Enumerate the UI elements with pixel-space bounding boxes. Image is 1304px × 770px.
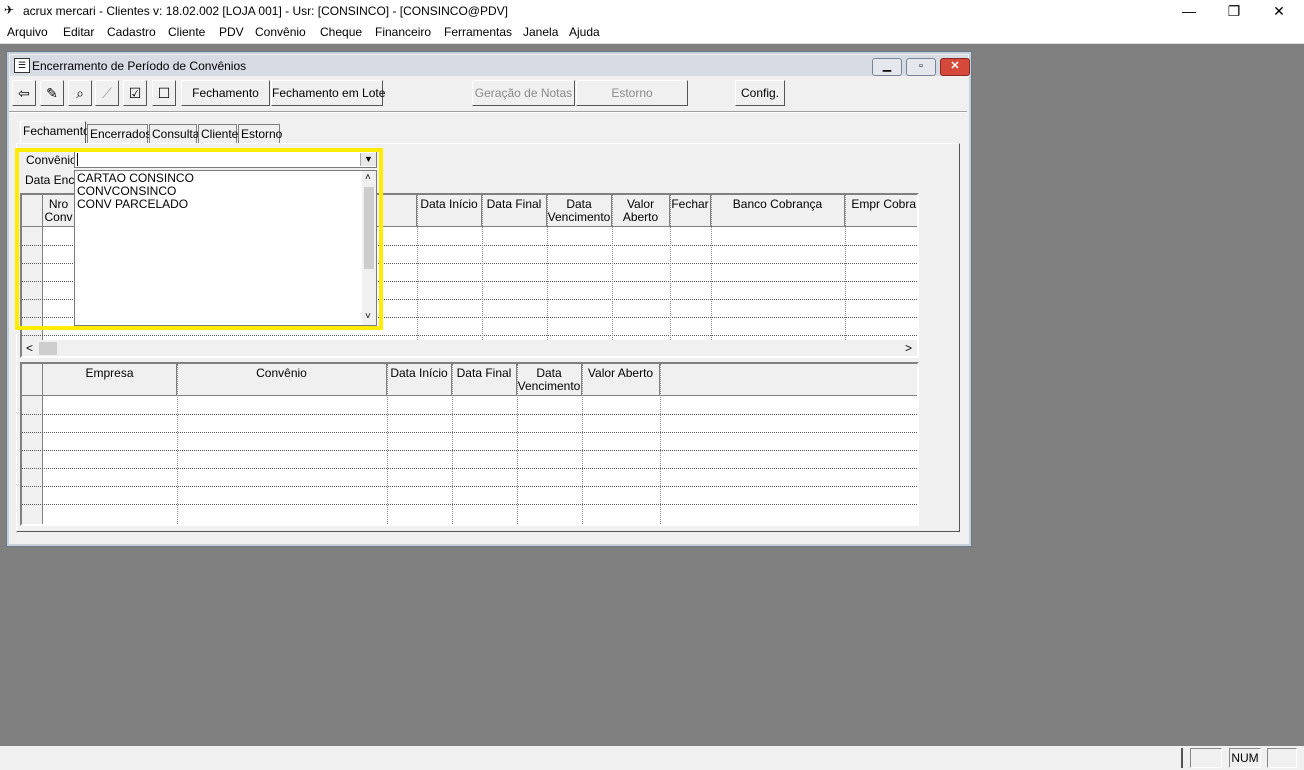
- column-divider: [845, 195, 846, 340]
- num-indicator: NUM: [1229, 748, 1261, 768]
- check-list-icon[interactable]: ☑: [123, 80, 147, 106]
- column-divider: [482, 195, 483, 340]
- menu-pdv[interactable]: PDV: [219, 25, 244, 39]
- header-convenio: Convênio: [177, 364, 387, 396]
- status-bar: NUM: [0, 746, 1304, 770]
- menu-ferramentas[interactable]: Ferramentas: [444, 25, 512, 39]
- child-title-bar: ☰ Encerramento de Período de Convênios ▁…: [10, 55, 970, 76]
- scroll-thumb[interactable]: [39, 342, 57, 355]
- estorno-button[interactable]: Estorno: [576, 80, 688, 106]
- menu-arquivo[interactable]: Arquivo: [7, 25, 48, 39]
- uncheck-list-icon[interactable]: ☐: [152, 80, 176, 106]
- column-divider: [660, 364, 661, 524]
- table-row[interactable]: [22, 504, 917, 505]
- header-banco-cobranca: Banco Cobrança: [711, 195, 845, 227]
- exit-icon[interactable]: ⇦: [12, 80, 36, 106]
- binoculars-icon[interactable]: ⌕: [68, 80, 92, 106]
- menu-editar[interactable]: Editar: [63, 25, 94, 39]
- column-divider: [711, 195, 712, 340]
- restore-button[interactable]: ❐: [1211, 0, 1257, 22]
- menu-cheque[interactable]: Cheque: [320, 25, 362, 39]
- column-divider: [547, 195, 548, 340]
- menu-cadastro[interactable]: Cadastro: [107, 25, 156, 39]
- menu-financeiro[interactable]: Financeiro: [375, 25, 431, 39]
- column-divider: [670, 195, 671, 340]
- config-button[interactable]: Config.: [735, 80, 785, 106]
- highlight-box: [15, 148, 383, 330]
- column-divider: [517, 364, 518, 524]
- column-divider: [387, 364, 388, 524]
- column-divider: [612, 195, 613, 340]
- header-blank: [660, 364, 917, 396]
- table-row[interactable]: [22, 468, 917, 469]
- menu-janela[interactable]: Janela: [523, 25, 558, 39]
- close-button[interactable]: ✕: [1256, 0, 1302, 22]
- menu-bar: Arquivo Editar Cadastro Cliente PDV Conv…: [0, 22, 1304, 44]
- app-title-bar: ✈ acrux mercari - Clientes v: 18.02.002 …: [0, 0, 1304, 22]
- header-data-vencimento: Data Vencimento: [517, 364, 582, 396]
- column-divider: [582, 364, 583, 524]
- scroll-right-icon[interactable]: >: [905, 341, 912, 355]
- empresas-grid[interactable]: Empresa Convênio Data Início Data Final …: [20, 362, 919, 526]
- header-data-final: Data Final: [482, 195, 547, 227]
- table-row[interactable]: [22, 335, 917, 336]
- form-icon: ☰: [14, 58, 30, 73]
- header-data-inicio: Data Início: [387, 364, 452, 396]
- geracao-notas-button[interactable]: Geração de Notas: [472, 80, 575, 106]
- app-title: acrux mercari - Clientes v: 18.02.002 [L…: [23, 4, 508, 18]
- horizontal-scrollbar[interactable]: < >: [22, 340, 917, 356]
- minimize-button[interactable]: —: [1166, 0, 1212, 22]
- column-divider: [417, 195, 418, 340]
- child-restore-button[interactable]: ▫: [906, 58, 936, 76]
- table-row[interactable]: [22, 486, 917, 487]
- table-row[interactable]: [22, 432, 917, 433]
- status-divider: [1181, 748, 1183, 768]
- disabled-tool-icon[interactable]: ⟋: [95, 80, 119, 106]
- tab-consulta[interactable]: Consulta: [149, 124, 199, 143]
- status-panel: [1267, 748, 1297, 768]
- tab-cliente[interactable]: Cliente: [198, 124, 238, 143]
- tab-estorno[interactable]: Estorno: [238, 124, 282, 143]
- child-minimize-button[interactable]: ▁: [872, 58, 902, 76]
- tab-fechamento[interactable]: Fechamento: [20, 121, 90, 144]
- header-data-vencimento: Data Vencimento: [547, 195, 612, 227]
- table-row[interactable]: [22, 450, 917, 451]
- app-icon: ✈: [4, 3, 15, 17]
- header-fechar: Fechar: [670, 195, 711, 227]
- toolbar-divider: [9, 111, 967, 113]
- menu-ajuda[interactable]: Ajuda: [569, 25, 600, 39]
- scroll-left-icon[interactable]: <: [26, 341, 33, 355]
- header-empresa-cobranca: Empr Cobra: [845, 195, 917, 227]
- fechamento-lote-button[interactable]: Fechamento em Lote: [271, 80, 385, 106]
- header-empresa: Empresa: [43, 364, 177, 396]
- table-row[interactable]: [22, 414, 917, 415]
- status-panel: [1190, 748, 1222, 768]
- row-indicator-column: [22, 396, 43, 524]
- menu-cliente[interactable]: Cliente: [168, 25, 205, 39]
- header-valor-aberto: Valor Aberto: [582, 364, 660, 396]
- tab-encerrados[interactable]: Encerrados: [87, 124, 151, 143]
- column-divider: [177, 364, 178, 524]
- header-data-final: Data Final: [452, 364, 517, 396]
- header-data-inicio: Data Início: [417, 195, 482, 227]
- header-valor-aberto: Valor Aberto: [612, 195, 670, 227]
- column-divider: [452, 364, 453, 524]
- eraser-icon[interactable]: ✎: [40, 80, 64, 106]
- child-title: Encerramento de Período de Convênios: [32, 59, 247, 73]
- fechamento-button[interactable]: Fechamento: [181, 80, 270, 106]
- child-close-button[interactable]: ✕: [940, 58, 970, 76]
- menu-convenio[interactable]: Convênio: [255, 25, 306, 39]
- grid-corner: [22, 364, 43, 396]
